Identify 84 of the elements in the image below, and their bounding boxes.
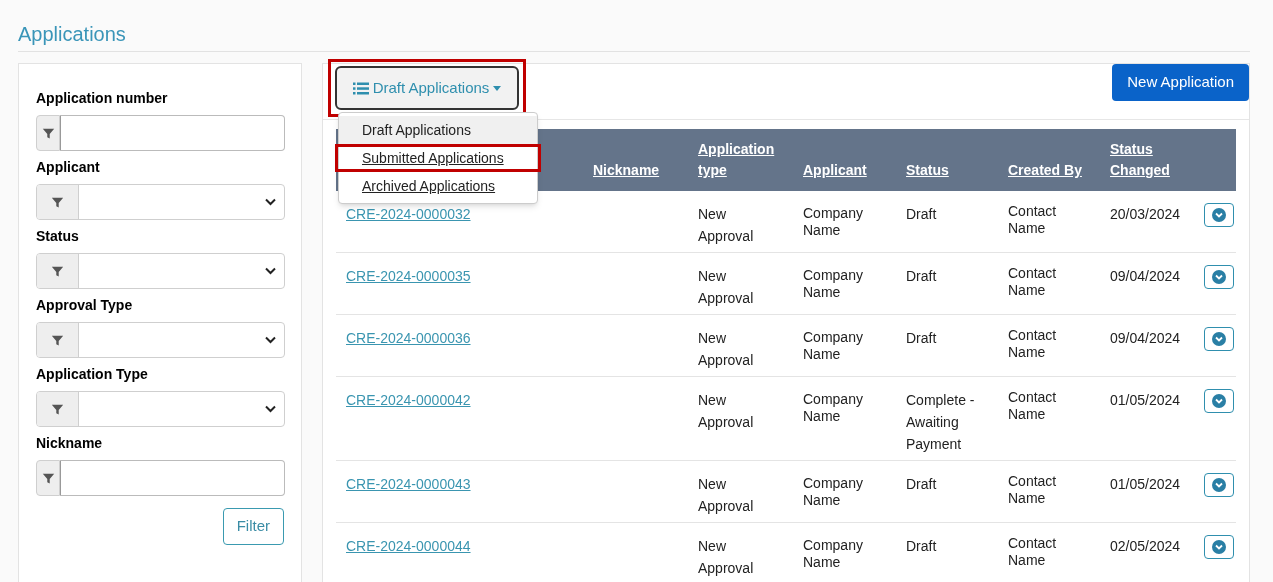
table-cell-text: Draft: [905, 537, 938, 556]
table-cell-text: Draft: [905, 205, 938, 224]
chevron-down-icon: [265, 336, 276, 344]
column-header[interactable]: Nickname: [581, 160, 686, 181]
filter-icon: [51, 195, 64, 209]
row-expand-button[interactable]: [1203, 203, 1234, 227]
filter-icon: [51, 264, 64, 278]
dropdown-item[interactable]: Draft Applications: [339, 116, 537, 144]
application-number-link[interactable]: CRE-2024-0000042: [346, 392, 471, 408]
column-header[interactable]: Created By: [996, 160, 1098, 181]
table-cell-text: Company Name: [802, 204, 864, 240]
filter-label: Status: [36, 228, 80, 244]
select-field[interactable]: [36, 391, 285, 427]
column-header[interactable]: Application type: [686, 139, 791, 181]
row-expand-button[interactable]: [1203, 327, 1234, 351]
table-cell-text: Contact Name: [1007, 389, 1058, 424]
chevron-down-icon: [1211, 208, 1226, 222]
application-number-link[interactable]: CRE-2024-0000032: [346, 206, 471, 222]
chevron-down-icon: [1211, 270, 1226, 284]
table-cell-text: New Approval: [697, 391, 755, 432]
row-expand-button[interactable]: [1203, 535, 1234, 559]
filter-label: Nickname: [36, 435, 104, 451]
table-cell-text: Complete - Awaiting Payment: [905, 391, 976, 454]
table-cell-text: Company Name: [802, 266, 864, 302]
table-cell-text: Company Name: [802, 390, 864, 426]
table-cell-text: Draft: [905, 267, 938, 286]
table-cell-text: 01/05/2024: [1109, 391, 1182, 410]
table-cell-text: New Approval: [697, 475, 755, 516]
application-number-link[interactable]: CRE-2024-0000044: [346, 538, 471, 554]
caret-icon: [493, 85, 502, 91]
table-cell-text: 09/04/2024: [1109, 329, 1182, 348]
page-title: Applications: [18, 23, 126, 45]
chevron-down-icon: [265, 405, 276, 413]
application-number-link[interactable]: CRE-2024-0000035: [346, 268, 471, 284]
row-expand-button[interactable]: [1203, 265, 1234, 289]
table-cell-text: 20/03/2024: [1109, 205, 1182, 224]
filter-button[interactable]: Filter: [222, 508, 284, 545]
dropdown-item[interactable]: Archived Applications: [339, 172, 537, 200]
table-cell-text: Contact Name: [1007, 265, 1058, 300]
table-cell-text: Company Name: [802, 536, 864, 572]
chevron-down-icon: [1211, 394, 1226, 408]
select-field[interactable]: [36, 322, 285, 358]
table-cell-text: Draft: [905, 475, 938, 494]
filter-label: Approval Type: [36, 297, 134, 313]
table-cell-text: 02/05/2024: [1109, 537, 1182, 556]
table-cell-text: Company Name: [802, 328, 864, 364]
filter-icon: [51, 333, 64, 347]
column-header[interactable]: Status: [894, 160, 996, 181]
filter-label: Application Type: [36, 366, 149, 382]
input-field[interactable]: [60, 460, 285, 496]
dropdown-item[interactable]: Submitted Applications: [335, 144, 541, 172]
column-header[interactable]: Applicant: [791, 160, 894, 181]
filter-icon: [51, 402, 64, 416]
table-cell-text: Contact Name: [1007, 203, 1058, 238]
list-icon: [352, 81, 369, 95]
table-cell-text: New Approval: [697, 267, 755, 308]
chevron-down-icon: [1211, 478, 1226, 492]
table-cell-text: New Approval: [697, 205, 755, 246]
table-cell-text: 01/05/2024: [1109, 475, 1182, 494]
chevron-down-icon: [1211, 540, 1226, 554]
application-number-link[interactable]: CRE-2024-0000043: [346, 476, 471, 492]
table-cell-text: 09/04/2024: [1109, 267, 1182, 286]
table-cell-text: New Approval: [697, 537, 755, 578]
input-field[interactable]: [60, 115, 285, 151]
filter-label: Applicant: [36, 159, 101, 175]
column-header[interactable]: Status Changed: [1098, 139, 1201, 181]
new-application-button[interactable]: New Application: [1112, 64, 1249, 101]
filter-icon: [41, 471, 55, 485]
filter-icon: [41, 126, 55, 140]
chevron-down-icon: [1211, 332, 1226, 346]
table-cell-text: New Approval: [697, 329, 755, 370]
select-field[interactable]: [36, 184, 285, 220]
table-cell-text: Contact Name: [1007, 473, 1058, 508]
row-expand-button[interactable]: [1203, 389, 1234, 413]
select-field[interactable]: [36, 253, 285, 289]
filter-label: Application number: [36, 90, 169, 106]
table-cell-text: Contact Name: [1007, 535, 1058, 570]
table-cell-text: Draft: [905, 329, 938, 348]
table-cell-text: Contact Name: [1007, 327, 1058, 362]
row-expand-button[interactable]: [1203, 473, 1234, 497]
chevron-down-icon: [265, 267, 276, 275]
chevron-down-icon: [265, 198, 276, 206]
table-cell-text: Company Name: [802, 474, 864, 510]
application-number-link[interactable]: CRE-2024-0000036: [346, 330, 471, 346]
